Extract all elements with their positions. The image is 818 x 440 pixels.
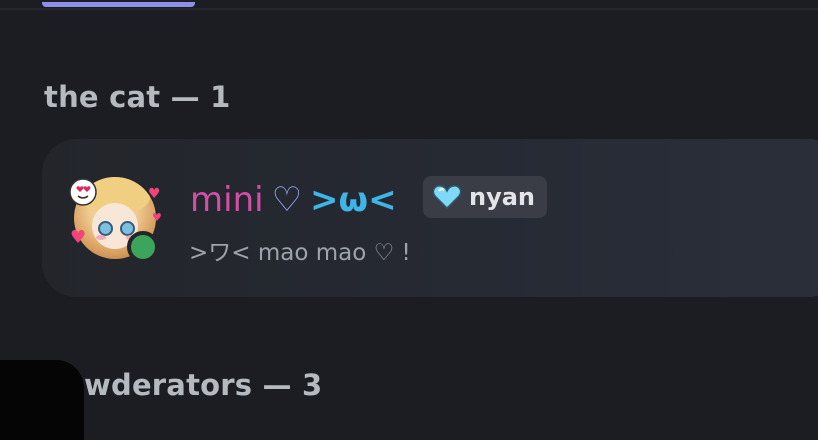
guild-tag[interactable]: nyan: [423, 176, 547, 218]
member-group-header: eowderators — 3: [44, 368, 323, 402]
member-name-face: >ω<: [310, 180, 397, 220]
heart-decoration-icon: ♥: [148, 186, 161, 202]
heart-decoration-icon: ♥: [152, 211, 162, 224]
online-status-icon: [127, 231, 159, 263]
custom-status: >ワ< mao mao ♡ !: [189, 240, 411, 266]
overlay-corner: [0, 360, 84, 440]
member-name[interactable]: mini ♡ >ω<: [190, 180, 397, 220]
top-bar: [0, 0, 818, 10]
active-tab-indicator: [42, 2, 195, 7]
heart-decoration-icon: ♥: [70, 227, 87, 248]
member-name-text: mini: [190, 180, 264, 220]
guild-tag-label: nyan: [469, 183, 536, 211]
avatar[interactable]: ♥ ♥ ♥: [69, 177, 162, 267]
member-name-heart: ♡: [271, 180, 303, 220]
cyan-heart-icon: [433, 185, 461, 209]
member-group-header: the cat — 1: [44, 80, 231, 114]
heart-eyes-emoji-icon: [69, 178, 97, 206]
